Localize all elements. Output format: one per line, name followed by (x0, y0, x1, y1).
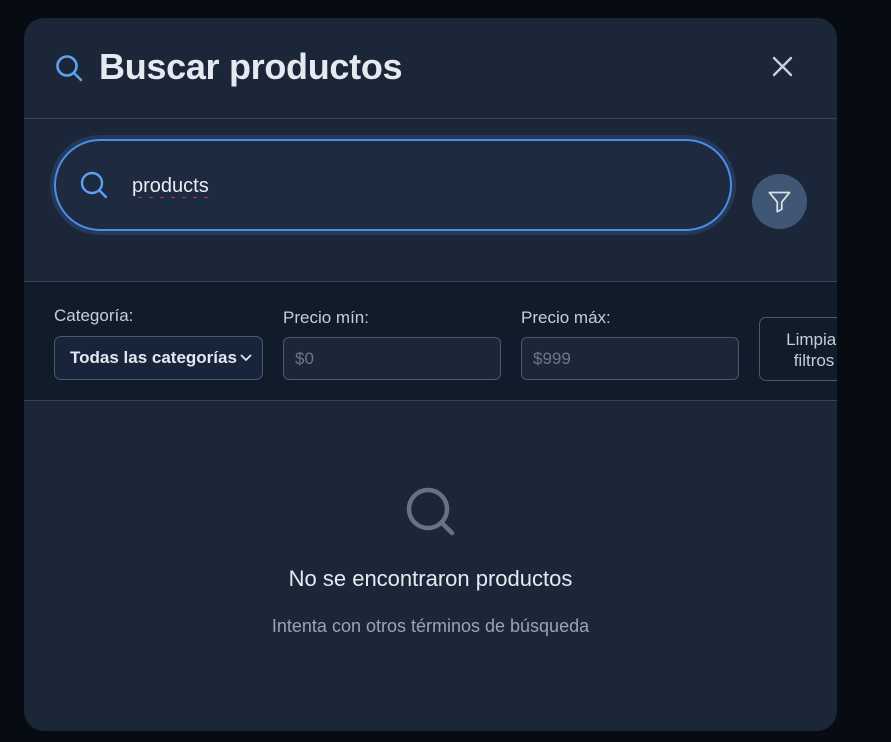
empty-state-title: No se encontraron productos (288, 566, 573, 591)
search-input[interactable] (130, 165, 694, 207)
min-price-label: Precio mín: (283, 308, 369, 327)
search-icon (404, 485, 458, 539)
category-select[interactable]: Todas las categorías (54, 336, 263, 380)
clear-filters-button[interactable]: Limpiar filtros (759, 317, 837, 381)
chevron-down-icon (240, 354, 252, 362)
category-label: Categoría: (54, 306, 134, 325)
clear-filters-label-line2: filtros (793, 351, 835, 370)
max-price-input[interactable] (521, 337, 739, 380)
search-modal: Buscar productos Categoría: (24, 18, 837, 731)
close-icon (772, 56, 793, 77)
category-selected-value: Todas las categorías (70, 348, 237, 367)
search-icon (54, 53, 84, 83)
search-area (24, 119, 837, 281)
modal-header: Buscar productos (24, 18, 837, 119)
search-box (54, 139, 732, 231)
empty-state-subtitle: Intenta con otros términos de búsqueda (271, 616, 590, 636)
close-button[interactable] (768, 52, 798, 82)
search-icon (78, 169, 110, 201)
filters-panel: Categoría: Todas las categorías Precio m… (24, 281, 837, 401)
max-price-label: Precio máx: (521, 308, 611, 327)
clear-filters-label-line1: Limpiar (786, 330, 837, 349)
filter-toggle-button[interactable] (752, 174, 807, 229)
modal-title: Buscar productos (99, 46, 403, 87)
filter-funnel-icon (768, 191, 791, 213)
min-price-input[interactable] (283, 337, 501, 380)
